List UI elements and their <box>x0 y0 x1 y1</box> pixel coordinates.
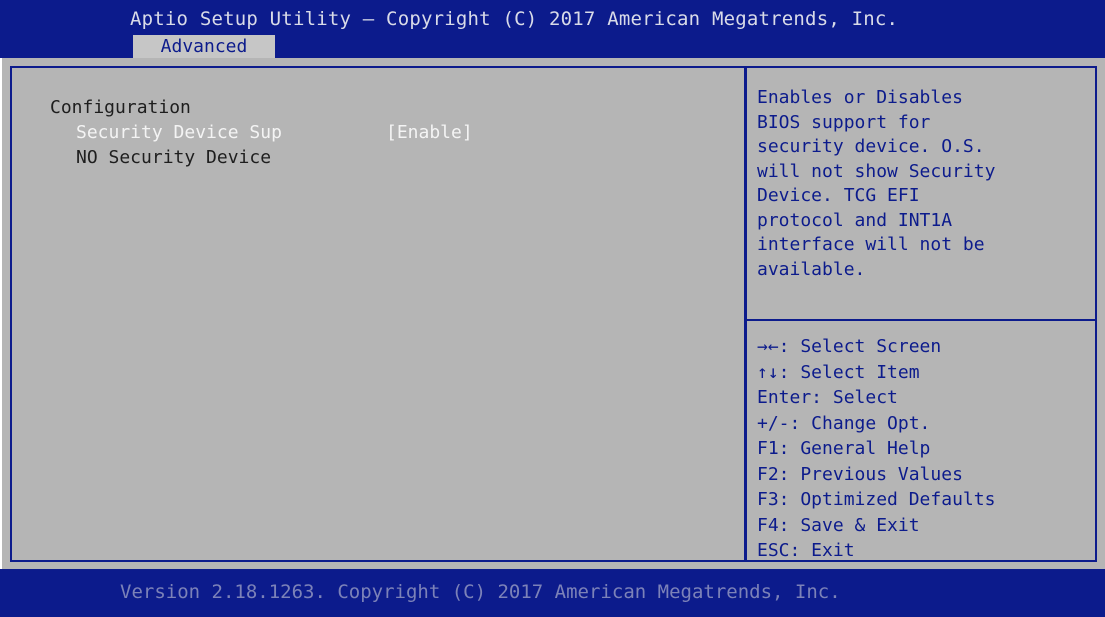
help-line: Enables or Disables <box>757 87 963 108</box>
help-divider <box>747 319 1095 321</box>
version-text: Version 2.18.1263. Copyright (C) 2017 Am… <box>120 581 841 603</box>
help-line: will not show Security <box>757 160 996 182</box>
help-description: Enables or Disables BIOS support for sec… <box>757 86 1087 282</box>
setting-no-security-device: NO Security Device <box>76 147 272 168</box>
help-panel: Enables or Disables BIOS support for sec… <box>745 66 1097 562</box>
key-enter-select: Enter: Select <box>757 387 898 408</box>
key-esc-exit: ESC: Exit <box>757 540 855 561</box>
help-line: BIOS support for <box>757 111 931 133</box>
main-area: Configuration Security Device Sup [Enabl… <box>2 58 1105 569</box>
help-line: protocol and INT1A <box>757 209 953 231</box>
key-save-exit: F4: Save & Exit <box>757 514 920 536</box>
key-legend: →←: Select Screen ↑↓: Select Item Enter:… <box>757 334 995 564</box>
key-select-item: ↑↓: Select Item <box>757 361 920 383</box>
key-optimized-defaults: F3: Optimized Defaults <box>757 489 996 510</box>
settings-panel: Configuration Security Device Sup [Enabl… <box>10 66 746 562</box>
key-select-screen: →←: Select Screen <box>757 336 942 357</box>
key-previous-values: F2: Previous Values <box>757 463 963 485</box>
setting-security-device-support-label[interactable]: Security Device Sup <box>76 122 282 143</box>
help-line: available. <box>757 258 866 280</box>
help-line: security device. O.S. <box>757 136 985 157</box>
help-line: Device. TCG EFI <box>757 185 920 206</box>
section-title: Configuration <box>50 97 191 118</box>
header-bar: Aptio Setup Utility – Copyright (C) 2017… <box>0 0 1105 58</box>
key-general-help: F1: General Help <box>757 438 931 459</box>
app-title: Aptio Setup Utility – Copyright (C) 2017… <box>130 8 899 30</box>
tab-advanced[interactable]: Advanced <box>133 35 275 58</box>
setting-security-device-support-value[interactable]: [Enable] <box>386 122 473 143</box>
footer-bar: Version 2.18.1263. Copyright (C) 2017 Am… <box>0 569 1105 617</box>
help-line: interface will not be <box>757 234 985 255</box>
key-change-opt: +/-: Change Opt. <box>757 412 931 434</box>
